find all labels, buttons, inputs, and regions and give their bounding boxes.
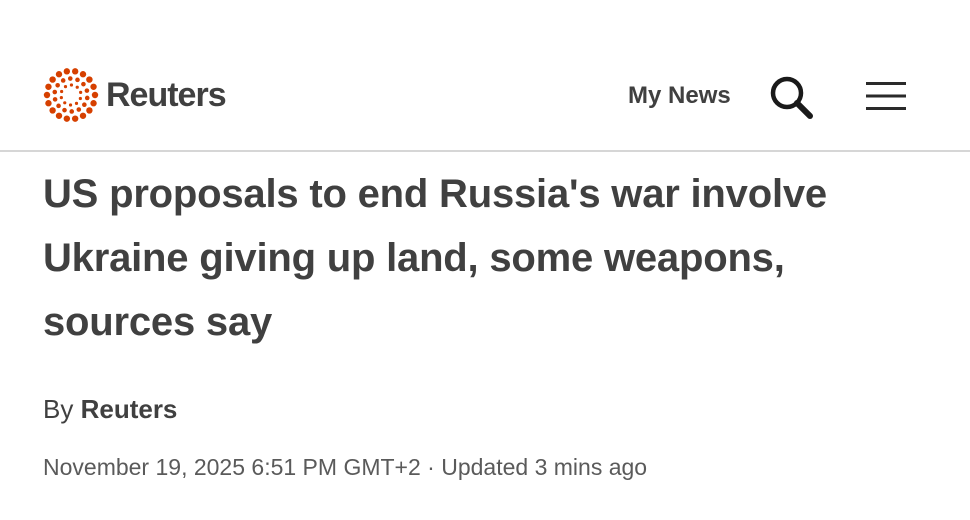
search-button[interactable] bbox=[768, 74, 814, 120]
logo-dot bbox=[81, 81, 86, 87]
logo-dot bbox=[49, 76, 56, 83]
logo-dot bbox=[67, 76, 73, 81]
date-separator: · bbox=[427, 454, 435, 480]
byline: By Reuters bbox=[43, 392, 177, 426]
logo-dot bbox=[74, 101, 79, 105]
logo-dot bbox=[79, 112, 87, 119]
logo-dot bbox=[52, 97, 58, 102]
logo-dot bbox=[62, 107, 67, 113]
logo-dot bbox=[90, 83, 97, 90]
logo-dot bbox=[84, 95, 90, 101]
logo-dot bbox=[69, 109, 75, 114]
logo-dot bbox=[79, 71, 87, 78]
logo-dot bbox=[55, 112, 63, 119]
logo-dot bbox=[49, 107, 56, 114]
article-dateline: November 19, 2025 6:51 PM GMT+2 · Update… bbox=[43, 452, 647, 482]
reuters-logo[interactable]: Reuters bbox=[42, 66, 227, 124]
author-link[interactable]: Reuters bbox=[81, 394, 178, 424]
updated-time: Updated 3 mins ago bbox=[441, 454, 648, 480]
logo-dot bbox=[75, 85, 79, 89]
logo-dot bbox=[75, 77, 80, 83]
logo-dot bbox=[52, 89, 58, 95]
menu-button[interactable] bbox=[866, 80, 908, 112]
logo-dot bbox=[91, 91, 99, 99]
logo-dot bbox=[86, 76, 93, 83]
logo-dot bbox=[86, 107, 93, 114]
byline-prefix: By bbox=[43, 394, 74, 424]
logo-dot bbox=[71, 115, 79, 122]
logo-dot bbox=[79, 90, 83, 94]
logo-dot bbox=[60, 78, 66, 83]
logo-dot bbox=[90, 100, 97, 107]
logo-dot bbox=[45, 100, 52, 107]
hamburger-menu-icon bbox=[866, 82, 906, 110]
article-headline: US proposals to end Russia's war involve… bbox=[43, 172, 827, 344]
logo-dot bbox=[45, 83, 52, 90]
logo-dot bbox=[68, 103, 73, 107]
logo-dot bbox=[60, 89, 64, 94]
logo-dot bbox=[55, 71, 63, 78]
logo-dot bbox=[55, 83, 60, 88]
logo-dot bbox=[71, 68, 79, 75]
site-header: Reuters My News bbox=[0, 0, 970, 152]
logo-dot bbox=[59, 96, 63, 100]
reuters-logo-icon bbox=[43, 68, 99, 122]
logo-dot bbox=[63, 68, 71, 75]
logo-dot bbox=[76, 107, 82, 112]
logo-dot bbox=[78, 96, 82, 101]
logo-dot bbox=[69, 83, 74, 87]
published-date: November 19, 2025 6:51 PM GMT+2 bbox=[43, 454, 421, 480]
logo-dot bbox=[82, 102, 87, 107]
logo-dot bbox=[63, 115, 71, 122]
logo-wordmark: Reuters bbox=[106, 76, 227, 114]
logo-dot bbox=[63, 85, 68, 89]
logo-dot bbox=[63, 101, 67, 105]
my-news-link[interactable]: My News bbox=[628, 82, 731, 110]
logo-dot bbox=[43, 91, 51, 99]
logo-dot bbox=[56, 103, 61, 109]
logo-dot bbox=[84, 88, 90, 93]
search-icon bbox=[770, 76, 813, 119]
